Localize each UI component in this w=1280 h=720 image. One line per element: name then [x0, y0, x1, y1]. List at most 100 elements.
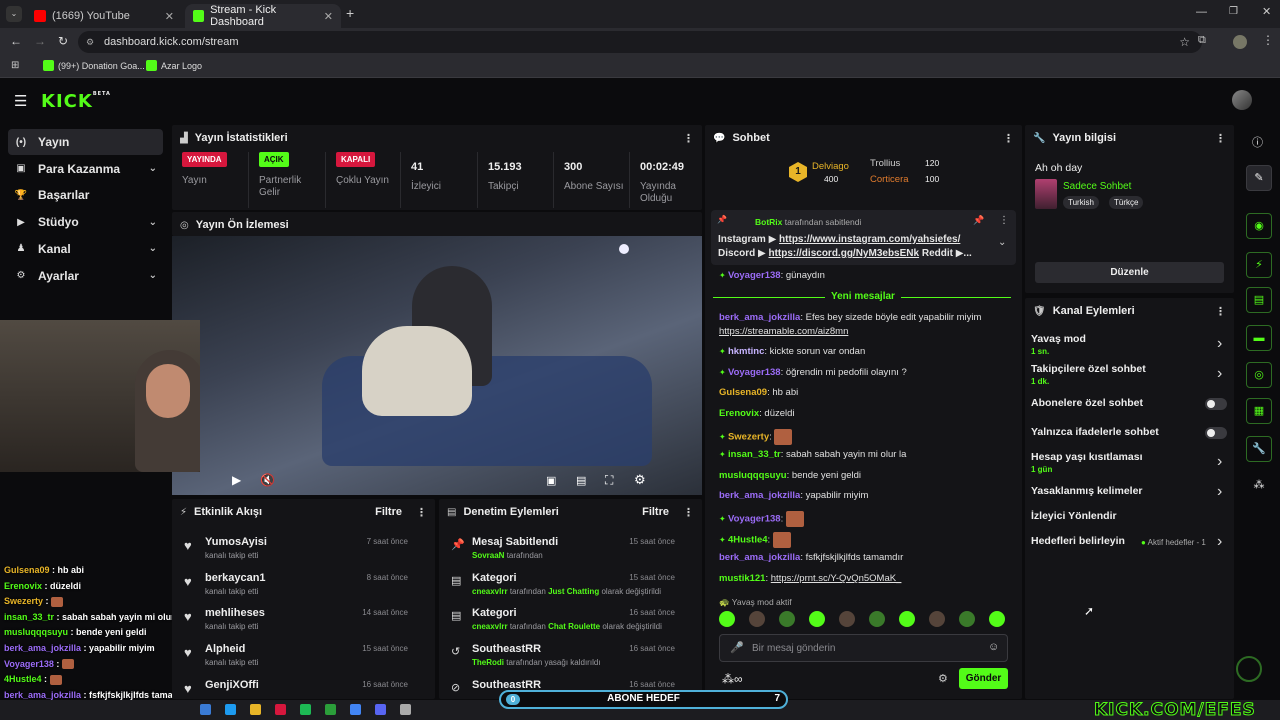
microphone-icon[interactable]: 🎤: [730, 641, 744, 654]
kick-logo[interactable]: KICKBETA: [41, 91, 111, 112]
expand-chevron-icon[interactable]: ⌄: [998, 237, 1006, 248]
activity-user[interactable]: mehliheses: [205, 607, 265, 619]
user-avatar[interactable]: [1232, 90, 1252, 110]
chat-username[interactable]: berk_ama_jokzilla: [719, 312, 800, 323]
toggle-switch[interactable]: [1205, 398, 1227, 410]
leader-name[interactable]: Corticera: [870, 174, 909, 185]
more-options-icon[interactable]: ⋮: [683, 506, 694, 519]
emote-icon[interactable]: [989, 611, 1005, 627]
back-icon[interactable]: ←: [10, 34, 22, 48]
chat-username[interactable]: Swezerty: [728, 432, 769, 443]
sidebar-item-3[interactable]: ▶ Stüdyo ⌄: [8, 209, 163, 235]
emote-icon[interactable]: [959, 611, 975, 627]
more-options-icon[interactable]: ⋮: [416, 506, 427, 519]
minimize-button[interactable]: —: [1196, 6, 1207, 18]
reload-icon[interactable]: ↻: [58, 34, 68, 48]
chat-username[interactable]: musluqqqsuyu: [719, 470, 787, 481]
close-window-button[interactable]: ✕: [1262, 5, 1271, 18]
taskbar-app-icon[interactable]: [350, 704, 361, 715]
chevron-right-icon[interactable]: ›: [1217, 533, 1222, 551]
taskbar-app-icon[interactable]: [325, 704, 336, 715]
chevron-down-icon[interactable]: ⌄: [149, 243, 157, 254]
mute-icon[interactable]: 🔇: [260, 473, 275, 487]
filter-button[interactable]: Filtre: [642, 506, 669, 518]
close-icon[interactable]: ✕: [165, 10, 174, 23]
broadcast-icon[interactable]: ◎: [1246, 362, 1272, 388]
more-options-icon[interactable]: ⋮: [1215, 305, 1226, 318]
instagram-link[interactable]: https://www.instagram.com/yahsiefes/: [779, 234, 960, 245]
bookmark-donation-goal[interactable]: (99+) Donation Goa...: [43, 60, 145, 71]
chevron-down-icon[interactable]: ⌄: [149, 217, 157, 228]
chat-extras-icon[interactable]: ⁂∞: [722, 672, 743, 686]
apps-icon[interactable]: ⊞: [11, 60, 19, 71]
site-info-icon[interactable]: ⚙: [86, 31, 94, 53]
chat-settings-icon[interactable]: ⚙: [938, 672, 948, 685]
url-input[interactable]: ⚙ dashboard.kick.com/stream ☆: [78, 31, 1202, 53]
channel-action-4[interactable]: Hesap yaşı kısıtlaması 1 gün: [1031, 451, 1143, 474]
leader-name[interactable]: Delviago: [812, 161, 849, 172]
chat-username[interactable]: Voyager138: [728, 367, 781, 378]
sidebar-item-1[interactable]: ▣ Para Kazanma ⌄: [8, 156, 163, 182]
extensions-icon[interactable]: ⧉: [1198, 34, 1206, 47]
chat-username[interactable]: mustik121: [719, 573, 765, 584]
taskbar-app-icon[interactable]: [275, 704, 286, 715]
emote-icon[interactable]: [929, 611, 945, 627]
filter-button[interactable]: Filtre: [375, 506, 402, 518]
edit-button[interactable]: Düzenle: [1035, 262, 1224, 283]
channel-action-1[interactable]: Takipçilere özel sohbet 1 dk.: [1031, 363, 1146, 386]
taskbar-app-icon[interactable]: [200, 704, 211, 715]
channel-action-2[interactable]: Abonelere özel sohbet: [1031, 397, 1143, 409]
sidebar-item-0[interactable]: (•) Yayın: [8, 129, 163, 155]
pip-icon[interactable]: ▣: [546, 474, 556, 487]
forward-icon[interactable]: →: [34, 34, 46, 48]
chat-username[interactable]: Voyager138: [728, 514, 781, 525]
activity-user[interactable]: GenjiXOffi: [205, 679, 259, 691]
taskbar-app-icon[interactable]: [400, 704, 411, 715]
channel-action-7[interactable]: Hedefleri belirleyin: [1031, 535, 1125, 547]
channel-action-0[interactable]: Yavaş mod 1 sn.: [1031, 333, 1086, 356]
activity-user[interactable]: berkaycan1: [205, 572, 266, 584]
moderation-actor[interactable]: TheRodi: [472, 658, 504, 667]
sidebar-item-4[interactable]: ♟ Kanal ⌄: [8, 236, 163, 262]
bookmark-star-icon[interactable]: ☆: [1179, 31, 1190, 53]
chat-username[interactable]: insan_33_tr: [728, 449, 781, 460]
tag-chip[interactable]: Turkish: [1063, 196, 1099, 209]
play-icon[interactable]: ▶: [232, 473, 241, 487]
leader-name[interactable]: Trollius: [870, 158, 900, 169]
chevron-down-icon[interactable]: ⌄: [149, 163, 157, 174]
emote-icon[interactable]: [779, 611, 795, 627]
chevron-right-icon[interactable]: ›: [1217, 335, 1222, 353]
camera-icon[interactable]: ◉: [1246, 213, 1272, 239]
activity-user[interactable]: YumosAyisi: [205, 536, 267, 548]
wrench-icon[interactable]: 🔧: [1246, 436, 1272, 462]
chat-input[interactable]: 🎤 Bir mesaj gönderin ☺: [719, 634, 1008, 662]
chat-username[interactable]: berk_ama_jokzilla: [719, 490, 800, 501]
send-button[interactable]: Gönder: [959, 668, 1008, 689]
tab-list-dropdown[interactable]: ⌄: [6, 6, 22, 22]
emoji-icon[interactable]: ☺: [988, 641, 999, 653]
chevron-right-icon[interactable]: ›: [1217, 453, 1222, 471]
emote-icon[interactable]: [899, 611, 915, 627]
menu-icon[interactable]: ⋮: [1262, 33, 1274, 47]
emote-icon[interactable]: [749, 611, 765, 627]
chat-bubble-icon[interactable]: ▬: [1246, 325, 1272, 351]
chat-username[interactable]: berk_ama_jokzilla: [719, 552, 800, 563]
chat-username[interactable]: Gulsena09: [719, 387, 767, 398]
taskbar-app-icon[interactable]: [225, 704, 236, 715]
tab-kick-dashboard[interactable]: Stream - Kick Dashboard ✕: [185, 4, 341, 28]
chevron-right-icon[interactable]: ›: [1217, 483, 1222, 501]
tag-chip[interactable]: Türkçe: [1109, 196, 1144, 209]
activity-user[interactable]: Alpheid: [205, 643, 245, 655]
hamburger-menu-icon[interactable]: ☰: [14, 92, 27, 110]
fullscreen-icon[interactable]: ⛶: [605, 473, 613, 488]
discord-link[interactable]: https://discord.gg/NyM3ebsENk: [768, 248, 919, 259]
emote-icon[interactable]: [839, 611, 855, 627]
toggle-switch[interactable]: [1205, 427, 1227, 439]
emote-icon[interactable]: [809, 611, 825, 627]
stream-preview-video[interactable]: ▶ 🔇 ▣ ▤ ⛶ ⚙: [172, 236, 702, 495]
emote-icon[interactable]: [869, 611, 885, 627]
chat-username[interactable]: 4Hustle4: [728, 535, 768, 546]
info-icon[interactable]: ⓘ: [1252, 134, 1263, 150]
channel-action-5[interactable]: Yasaklanmış kelimeler: [1031, 485, 1143, 497]
taskbar-app-icon[interactable]: [250, 704, 261, 715]
